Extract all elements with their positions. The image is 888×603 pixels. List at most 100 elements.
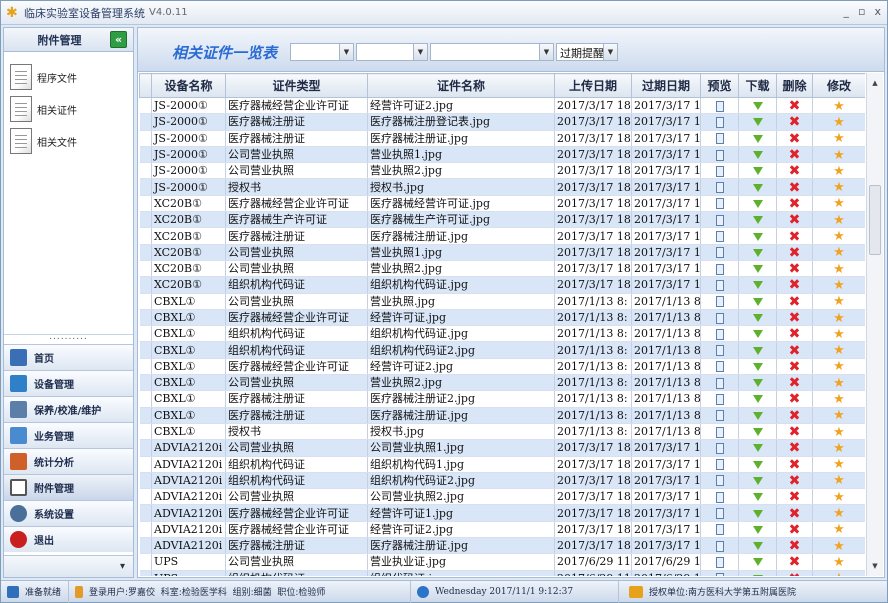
- close-button[interactable]: x: [874, 5, 881, 18]
- preview-cell[interactable]: [700, 97, 739, 115]
- download-cell[interactable]: [738, 211, 777, 229]
- edit-cell[interactable]: ★: [812, 178, 865, 196]
- scroll-thumb[interactable]: [869, 185, 881, 255]
- document-preview-icon[interactable]: [715, 393, 724, 405]
- download-arrow-icon[interactable]: [752, 476, 763, 485]
- star-edit-icon[interactable]: ★: [833, 263, 845, 276]
- download-cell[interactable]: [738, 195, 777, 213]
- delete-cell[interactable]: ✖: [776, 211, 813, 229]
- download-cell[interactable]: [738, 488, 777, 506]
- download-arrow-icon[interactable]: [752, 134, 763, 143]
- document-preview-icon[interactable]: [715, 182, 724, 194]
- red-x-icon[interactable]: ✖: [789, 295, 801, 309]
- preview-cell[interactable]: [700, 374, 739, 392]
- table-row[interactable]: XC20B① 公司营业执照 营业执照1.jpg 2017/3/17 18 2017/3/…: [139, 244, 865, 261]
- document-preview-icon[interactable]: [715, 426, 724, 438]
- delete-cell[interactable]: ✖: [776, 227, 813, 245]
- download-arrow-icon[interactable]: [752, 167, 763, 176]
- star-edit-icon[interactable]: ★: [833, 556, 845, 569]
- table-row[interactable]: ADVIA2120i 公司营业执照 公司营业执照2.jpg 2017/3/17 18 2…: [139, 488, 865, 506]
- delete-cell[interactable]: ✖: [776, 390, 813, 408]
- nav-exit[interactable]: 退出: [4, 526, 133, 552]
- row-selector[interactable]: [139, 309, 152, 327]
- edit-cell[interactable]: ★: [812, 195, 865, 213]
- document-preview-icon[interactable]: [715, 491, 724, 503]
- table-row[interactable]: ADVIA2120i 医疗器械经营企业许可证 经营许可证1.jpg 2017/3/17…: [139, 504, 865, 522]
- document-preview-icon[interactable]: [715, 279, 724, 291]
- document-preview-icon[interactable]: [715, 508, 724, 520]
- nav-maintenance[interactable]: 保养/校准/维护: [4, 396, 133, 422]
- table-row[interactable]: ADVIA2120i 医疗器械注册证 医疗器械注册证.jpg 2017/3/17 18…: [139, 537, 865, 555]
- red-x-icon[interactable]: ✖: [789, 360, 801, 374]
- document-preview-icon[interactable]: [715, 247, 724, 259]
- preview-cell[interactable]: [700, 456, 739, 473]
- preview-cell[interactable]: [700, 488, 739, 506]
- edit-cell[interactable]: ★: [812, 374, 865, 392]
- download-cell[interactable]: [738, 456, 777, 473]
- preview-cell[interactable]: [700, 472, 739, 490]
- download-arrow-icon[interactable]: [752, 509, 763, 518]
- row-selector[interactable]: [139, 358, 152, 376]
- download-arrow-icon[interactable]: [752, 281, 763, 290]
- row-selector[interactable]: [139, 211, 152, 229]
- document-preview-icon[interactable]: [715, 345, 724, 357]
- document-preview-icon[interactable]: [715, 459, 724, 471]
- table-row[interactable]: CBXL① 医疗器械经营企业许可证 经营许可证2.jpg 2017/1/13 8: 20…: [139, 358, 865, 376]
- download-cell[interactable]: [738, 570, 777, 576]
- star-edit-icon[interactable]: ★: [833, 409, 845, 422]
- download-cell[interactable]: [738, 407, 777, 424]
- column-header[interactable]: 证件类型: [225, 73, 368, 98]
- delete-cell[interactable]: ✖: [776, 521, 813, 539]
- red-x-icon[interactable]: ✖: [789, 164, 801, 178]
- download-arrow-icon[interactable]: [752, 265, 763, 274]
- row-selector[interactable]: [139, 195, 152, 213]
- nav-equipment[interactable]: 设备管理: [4, 370, 133, 396]
- delete-cell[interactable]: ✖: [776, 309, 813, 327]
- column-header[interactable]: 修改: [812, 73, 865, 98]
- download-cell[interactable]: [738, 358, 777, 376]
- document-preview-icon[interactable]: [715, 377, 724, 389]
- red-x-icon[interactable]: ✖: [789, 181, 801, 195]
- row-selector[interactable]: [139, 456, 152, 473]
- download-cell[interactable]: [738, 472, 777, 490]
- table-row[interactable]: XC20B① 组织机构代码证 组织机构代码证.jpg 2017/3/17 18 2017…: [139, 276, 865, 294]
- red-x-icon[interactable]: ✖: [789, 246, 801, 260]
- row-selector[interactable]: [139, 162, 152, 180]
- table-row[interactable]: JS-2000① 医疗器械注册证 医疗器械注册登记表.jpg 2017/3/17 18…: [139, 113, 865, 131]
- attachment-item-certificates[interactable]: 相关证件: [10, 94, 130, 124]
- document-preview-icon[interactable]: [715, 263, 724, 275]
- download-cell[interactable]: [738, 244, 777, 261]
- star-edit-icon[interactable]: ★: [833, 393, 845, 406]
- filter-combo-2[interactable]: ▼: [356, 43, 428, 61]
- row-selector[interactable]: [139, 439, 152, 457]
- red-x-icon[interactable]: ✖: [789, 507, 801, 521]
- red-x-icon[interactable]: ✖: [789, 327, 801, 341]
- download-cell[interactable]: [738, 227, 777, 245]
- red-x-icon[interactable]: ✖: [789, 132, 801, 146]
- column-header[interactable]: 上传日期: [554, 73, 632, 98]
- filter-combo-3[interactable]: ▼: [430, 43, 554, 61]
- red-x-icon[interactable]: ✖: [789, 148, 801, 162]
- document-preview-icon[interactable]: [715, 231, 724, 243]
- red-x-icon[interactable]: ✖: [789, 539, 801, 553]
- attachment-item-procedures[interactable]: 程序文件: [10, 62, 130, 92]
- star-edit-icon[interactable]: ★: [833, 377, 845, 390]
- star-edit-icon[interactable]: ★: [833, 442, 845, 455]
- edit-cell[interactable]: ★: [812, 227, 865, 245]
- download-arrow-icon[interactable]: [752, 199, 763, 208]
- edit-cell[interactable]: ★: [812, 456, 865, 473]
- preview-cell[interactable]: [700, 113, 739, 131]
- edit-cell[interactable]: ★: [812, 146, 865, 164]
- download-arrow-icon[interactable]: [752, 493, 763, 502]
- delete-cell[interactable]: ✖: [776, 113, 813, 131]
- download-arrow-icon[interactable]: [752, 314, 763, 322]
- preview-cell[interactable]: [700, 178, 739, 196]
- nav-statistics[interactable]: 统计分析: [4, 448, 133, 474]
- star-edit-icon[interactable]: ★: [833, 523, 845, 536]
- delete-cell[interactable]: ✖: [776, 423, 813, 441]
- download-arrow-icon[interactable]: [752, 525, 763, 534]
- document-preview-icon[interactable]: [715, 149, 724, 161]
- download-arrow-icon[interactable]: [752, 542, 763, 551]
- red-x-icon[interactable]: ✖: [789, 278, 801, 292]
- delete-cell[interactable]: ✖: [776, 439, 813, 457]
